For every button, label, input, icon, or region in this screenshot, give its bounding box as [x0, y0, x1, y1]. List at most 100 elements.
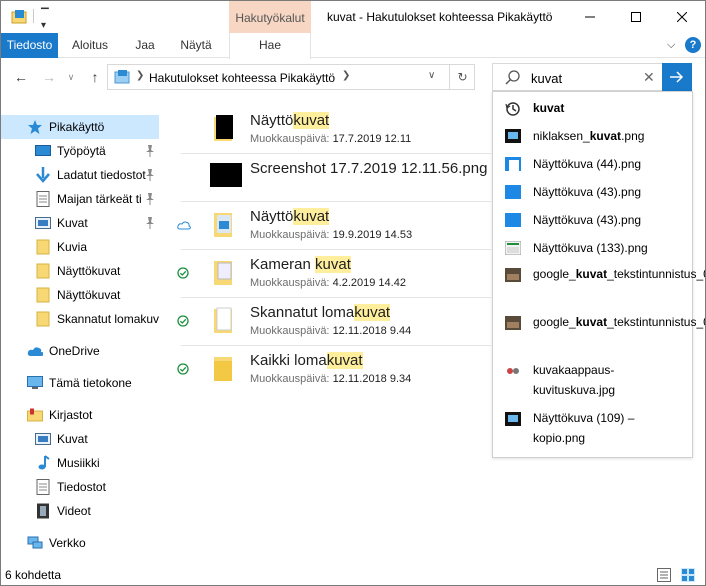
- search-go-button[interactable]: [662, 63, 692, 91]
- suggestion-label: kuvakaappaus-kuvituskuva.jpg: [533, 363, 616, 397]
- nav-libraries[interactable]: Kirjastot: [1, 403, 159, 427]
- nav-label: Näyttökuvat: [57, 288, 121, 302]
- item-name: Kaikki lomakuvat: [250, 352, 363, 369]
- suggestion-item[interactable]: Näyttökuva (43).png: [493, 178, 692, 206]
- folder-icon: [35, 287, 51, 303]
- large-icons-view-icon[interactable]: [681, 568, 695, 582]
- suggestion-item[interactable]: Näyttökuva (109) – kopio.png: [493, 406, 692, 452]
- nav-onedrive[interactable]: OneDrive: [1, 339, 159, 363]
- up-button[interactable]: ↑: [85, 67, 105, 87]
- suggestion-item[interactable]: kuvakaappaus-kuvituskuva.jpg: [493, 358, 692, 404]
- close-button[interactable]: [659, 1, 705, 33]
- contextual-tab-search-tools: Hakutyökalut: [229, 1, 311, 33]
- tab-search[interactable]: Hae: [229, 33, 311, 59]
- suggestion-item[interactable]: kuvat: [493, 94, 692, 122]
- refresh-button[interactable]: ↻: [449, 64, 475, 90]
- nav-label: Kuvia: [57, 240, 88, 254]
- suggestion-item[interactable]: google_kuvat_tekstintunnistus_01.png: [493, 262, 705, 308]
- download-arrow-icon: [35, 167, 51, 183]
- address-dropdown-icon[interactable]: ∨: [428, 70, 435, 81]
- clear-search-icon[interactable]: ✕: [643, 69, 655, 86]
- nav-library-music[interactable]: Musiikki: [1, 451, 159, 475]
- desktop-icon: [35, 143, 51, 159]
- image-thumb-icon: [505, 157, 521, 171]
- pin-icon[interactable]: [145, 169, 155, 181]
- item-count: 6 kohdetta: [5, 568, 62, 582]
- folder-thumbnail-icon: [213, 305, 235, 335]
- breadcrumb-chevron-icon[interactable]: ❯: [136, 70, 144, 81]
- folder-icon: [35, 263, 51, 279]
- nav-network[interactable]: Verkko: [1, 531, 159, 555]
- explorer-app-icon[interactable]: [11, 9, 27, 25]
- image-thumb-icon: [505, 185, 521, 199]
- star-icon: [27, 119, 43, 135]
- nav-label: Verkko: [49, 536, 86, 550]
- nav-label: Tiedostot: [57, 480, 106, 494]
- suggestion-item[interactable]: google_kuvat_tekstintunnistus_02.png: [493, 310, 705, 356]
- pin-icon[interactable]: [145, 217, 155, 229]
- nav-pictures-pinned[interactable]: Kuvat: [1, 211, 159, 235]
- folder-icon: [35, 311, 51, 327]
- tab-file[interactable]: Tiedosto: [1, 33, 58, 58]
- help-icon[interactable]: ?: [685, 37, 701, 53]
- recent-locations-icon[interactable]: ∨: [61, 67, 81, 87]
- details-view-icon[interactable]: [657, 568, 671, 582]
- item-meta: Muokkauspäivä: 4.2.2019 14.42: [250, 277, 406, 289]
- list-item[interactable]: Näyttökuvat Muokkauspäivä: 17.7.2019 12.…: [165, 105, 475, 153]
- nav-folder-scanned[interactable]: Skannatut lomakuv: [1, 307, 159, 331]
- minimize-button[interactable]: [567, 1, 613, 33]
- search-input[interactable]: [531, 69, 631, 87]
- pin-icon[interactable]: [145, 193, 155, 205]
- folder-icon: [35, 239, 51, 255]
- forward-button[interactable]: →: [39, 67, 59, 87]
- suggestion-item[interactable]: Näyttökuva (43).png: [493, 206, 692, 234]
- breadcrumb-chevron-icon[interactable]: ❯: [342, 70, 350, 81]
- list-item[interactable]: Kaikki lomakuvat Muokkauspäivä: 12.11.20…: [165, 345, 475, 393]
- breadcrumb[interactable]: Hakutulokset kohteessa Pikakäyttö: [149, 71, 335, 85]
- nav-library-documents[interactable]: Tiedostot: [1, 475, 159, 499]
- suggestion-item[interactable]: Näyttökuva (133).png: [493, 234, 692, 262]
- nav-this-pc[interactable]: Tämä tietokone: [1, 371, 159, 395]
- pictures-icon: [35, 431, 51, 447]
- tab-home[interactable]: Aloitus: [65, 33, 115, 58]
- nav-library-pictures[interactable]: Kuvat: [1, 427, 159, 451]
- list-item[interactable]: Screenshot 17.7.2019 12.11.56.png: [165, 153, 487, 201]
- tab-share[interactable]: Jaa: [125, 33, 165, 58]
- nav-downloads[interactable]: Ladatut tiedostot: [1, 163, 159, 187]
- nav-label: Kuvat: [57, 216, 88, 230]
- nav-folder-kuvia[interactable]: Kuvia: [1, 235, 159, 259]
- nav-documents-folder[interactable]: Maijan tärkeät ti: [1, 187, 159, 211]
- film-icon: [35, 503, 51, 519]
- nav-label: Ladatut tiedostot: [57, 168, 146, 182]
- nav-library-videos[interactable]: Videot: [1, 499, 159, 523]
- suggestion-label: Näyttökuva (44).png: [533, 157, 642, 171]
- item-name: Näyttökuvat: [250, 208, 330, 225]
- list-item[interactable]: Skannatut lomakuvat Muokkauspäivä: 12.11…: [165, 297, 475, 345]
- suggestion-label: Näyttökuva (43).png: [533, 185, 642, 199]
- navigation-pane: Pikakäyttö Työpöytä Ladatut tiedostot Ma…: [1, 105, 163, 565]
- nav-folder-screenshots-2[interactable]: Näyttökuvat: [1, 283, 159, 307]
- suggestion-item[interactable]: Näyttökuva (44).png: [493, 150, 692, 178]
- image-thumb-icon: [505, 213, 521, 227]
- image-thumbnail-icon: [210, 163, 242, 187]
- nav-folder-screenshots[interactable]: Näyttökuvat: [1, 259, 159, 283]
- item-meta: Muokkauspäivä: 12.11.2018 9.44: [250, 325, 412, 337]
- expand-ribbon-icon[interactable]: ⌵: [667, 39, 675, 52]
- maximize-button[interactable]: [613, 1, 659, 33]
- tab-view[interactable]: Näytä: [171, 33, 221, 58]
- nav-quick-access[interactable]: Pikakäyttö: [1, 115, 159, 139]
- list-item[interactable]: Kameran kuvat Muokkauspäivä: 4.2.2019 14…: [165, 249, 475, 297]
- address-bar[interactable]: ❯ Hakutulokset kohteessa Pikakäyttö ❯ ∨: [107, 64, 475, 90]
- pin-icon[interactable]: [145, 145, 155, 157]
- list-item[interactable]: Näyttökuvat Muokkauspäivä: 19.9.2019 14.…: [165, 201, 475, 249]
- nav-desktop[interactable]: Työpöytä: [1, 139, 159, 163]
- suggestion-item[interactable]: niklaksen_kuvat.png: [493, 122, 692, 150]
- qa-divider: [33, 9, 34, 23]
- folder-thumbnail-icon: [213, 113, 235, 143]
- back-button[interactable]: ←: [11, 67, 31, 87]
- image-thumb-icon: [505, 316, 521, 330]
- music-note-icon: [35, 455, 51, 471]
- qa-customize-icon[interactable]: ▔ ▾: [41, 9, 49, 31]
- search-box[interactable]: ✕: [492, 63, 663, 91]
- suggestion-label: google_kuvat_tekstintunnistus_02.png: [533, 315, 705, 329]
